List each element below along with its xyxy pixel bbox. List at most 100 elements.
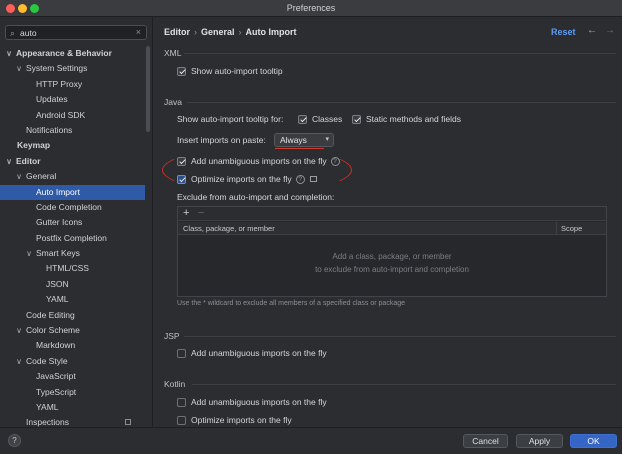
- cancel-button[interactable]: Cancel: [463, 434, 508, 448]
- sidebar-item-color-scheme[interactable]: ∨ Color Scheme: [0, 323, 145, 338]
- clear-search-icon[interactable]: ×: [136, 27, 141, 37]
- java-unambiguous-label: Add unambiguous imports on the fly: [191, 156, 327, 166]
- section-java-title: Java: [164, 97, 182, 107]
- annotation-circle: [162, 147, 352, 193]
- sidebar-item-postfix-completion[interactable]: Postfix Completion: [0, 231, 145, 246]
- back-arrow-icon[interactable]: ←: [587, 25, 597, 36]
- sidebar-item-code-completion[interactable]: Code Completion: [0, 200, 145, 215]
- java-static-option[interactable]: Static methods and fields: [352, 113, 461, 125]
- checkbox-unchecked[interactable]: [177, 397, 186, 407]
- checkbox-unchecked[interactable]: [177, 348, 186, 358]
- column-separator: [556, 222, 557, 235]
- sidebar-item-label: Editor: [16, 155, 41, 166]
- paste-value: Always: [280, 135, 307, 145]
- java-static-label: Static methods and fields: [366, 114, 461, 124]
- sidebar-scrollbar[interactable]: [146, 46, 150, 132]
- java-unambiguous-option[interactable]: Add unambiguous imports on the fly ?: [177, 155, 340, 167]
- sidebar-item-yaml[interactable]: YAML: [0, 292, 145, 307]
- sidebar-item-label: HTTP Proxy: [36, 78, 83, 89]
- sidebar-item-javascript[interactable]: JavaScript: [0, 369, 145, 384]
- help-icon[interactable]: ?: [330, 156, 340, 166]
- sidebar-item-yaml[interactable]: YAML: [0, 400, 145, 415]
- sidebar-item-updates[interactable]: Updates: [0, 92, 145, 107]
- chevron-down-icon[interactable]: ∨: [25, 246, 33, 261]
- breadcrumb: Editor › General › Auto Import: [164, 27, 297, 37]
- sidebar-item-label: System Settings: [26, 63, 88, 74]
- java-classes-option[interactable]: Classes: [298, 113, 342, 125]
- apply-button[interactable]: Apply: [516, 434, 563, 448]
- column-header-class[interactable]: Class, package, or member: [183, 224, 275, 233]
- kotlin-unambiguous-option[interactable]: Add unambiguous imports on the fly: [177, 396, 327, 408]
- sidebar-item-general[interactable]: ∨ General: [0, 169, 145, 184]
- sidebar-item-gutter-icons[interactable]: Gutter Icons: [0, 215, 145, 230]
- java-classes-label: Classes: [312, 114, 343, 124]
- sidebar-item-editor[interactable]: ∨ Editor: [0, 154, 145, 169]
- sidebar-item-label: Inspections: [26, 417, 69, 427]
- paste-label: Insert imports on paste:: [177, 135, 266, 145]
- sidebar-item-inspections[interactable]: Inspections: [0, 415, 145, 427]
- tooltip-for-label: Show auto-import tooltip for:: [177, 114, 284, 124]
- checkbox-unchecked[interactable]: [177, 415, 186, 425]
- sidebar-item-system-settings[interactable]: ∨ System Settings: [0, 61, 145, 76]
- ok-button[interactable]: OK: [570, 434, 617, 448]
- sidebar-item-typescript[interactable]: TypeScript: [0, 385, 145, 400]
- table-header: Class, package, or member Scope: [178, 222, 606, 235]
- chevron-down-icon[interactable]: ∨: [5, 154, 13, 169]
- wildcard-hint: Use the * wildcard to exclude all member…: [177, 300, 405, 307]
- checkbox-checked[interactable]: [298, 114, 307, 124]
- insert-on-paste-select[interactable]: Always ▾: [274, 133, 334, 147]
- sidebar-item-notifications[interactable]: Notifications: [0, 123, 145, 138]
- chevron-down-icon[interactable]: ∨: [5, 46, 13, 61]
- section-jsp-title: JSP: [164, 331, 180, 341]
- checkbox-checked[interactable]: [177, 156, 186, 166]
- remove-icon[interactable]: −: [198, 207, 204, 219]
- chevron-down-icon[interactable]: ∨: [15, 323, 23, 338]
- table-empty-text: Add a class, package, or member: [332, 252, 452, 261]
- sidebar-item-markdown[interactable]: Markdown: [0, 338, 145, 353]
- sidebar-item-code-editing[interactable]: Code Editing: [0, 308, 145, 323]
- xml-show-tooltip-option[interactable]: Show auto-import tooltip: [177, 65, 283, 77]
- sidebar-item-label: Updates: [36, 94, 68, 105]
- sidebar-item-label: JavaScript: [36, 371, 76, 382]
- sidebar-item-label: Android SDK: [36, 109, 86, 120]
- sidebar-item-http-proxy[interactable]: HTTP Proxy: [0, 77, 145, 92]
- chevron-down-icon[interactable]: ∨: [15, 169, 23, 184]
- sidebar-item-keymap[interactable]: Keymap: [0, 138, 145, 153]
- breadcrumb-editor[interactable]: Editor: [164, 27, 190, 37]
- help-icon[interactable]: ?: [295, 174, 305, 184]
- settings-tree: ∨ Appearance & Behavior ∨ System Settings HT…: [0, 46, 145, 427]
- sidebar-item-label: Notifications: [26, 124, 73, 135]
- sidebar-item-appearance-behavior[interactable]: ∨ Appearance & Behavior: [0, 46, 145, 61]
- reset-link[interactable]: Reset: [551, 27, 576, 37]
- divider: [184, 53, 616, 54]
- add-icon[interactable]: +: [183, 207, 189, 219]
- sidebar-item-code-style[interactable]: ∨ Code Style: [0, 354, 145, 369]
- table-toolbar: + −: [178, 207, 606, 221]
- sidebar-item-label: Appearance & Behavior: [16, 48, 112, 58]
- sidebar-item-auto-import[interactable]: Auto Import: [0, 184, 145, 200]
- search-input[interactable]: [20, 27, 130, 39]
- exclude-label: Exclude from auto-import and completion:: [177, 192, 335, 202]
- forward-arrow-icon[interactable]: →: [605, 25, 615, 36]
- checkbox-checked[interactable]: [352, 114, 361, 124]
- jsp-unambiguous-option[interactable]: Add unambiguous imports on the fly: [177, 347, 327, 359]
- chevron-down-icon[interactable]: ∨: [15, 354, 23, 369]
- checkbox-checked[interactable]: [177, 66, 186, 76]
- sidebar-item-label: Code Completion: [36, 201, 102, 212]
- sidebar-item-label: Auto Import: [36, 186, 80, 197]
- settings-search[interactable]: ⌕ ×: [5, 25, 147, 40]
- sidebar-item-smart-keys[interactable]: ∨ Smart Keys: [0, 246, 145, 261]
- kotlin-optimize-option[interactable]: Optimize imports on the fly: [177, 414, 292, 426]
- sidebar-item-html-css[interactable]: HTML/CSS: [0, 261, 145, 276]
- checkbox-checked[interactable]: [177, 174, 186, 184]
- sidebar-item-json[interactable]: JSON: [0, 277, 145, 292]
- kotlin-unambiguous-label: Add unambiguous imports on the fly: [191, 397, 327, 407]
- column-header-scope[interactable]: Scope: [561, 224, 582, 233]
- project-level-icon: [125, 419, 131, 426]
- breadcrumb-general[interactable]: General: [201, 27, 235, 37]
- help-button[interactable]: ?: [8, 434, 21, 447]
- chevron-down-icon[interactable]: ∨: [15, 61, 23, 76]
- sidebar-item-android-sdk[interactable]: Android SDK: [0, 108, 145, 123]
- java-optimize-option[interactable]: Optimize imports on the fly ?: [177, 173, 317, 185]
- exclude-table: + − Class, package, or member Scope Add …: [177, 206, 607, 297]
